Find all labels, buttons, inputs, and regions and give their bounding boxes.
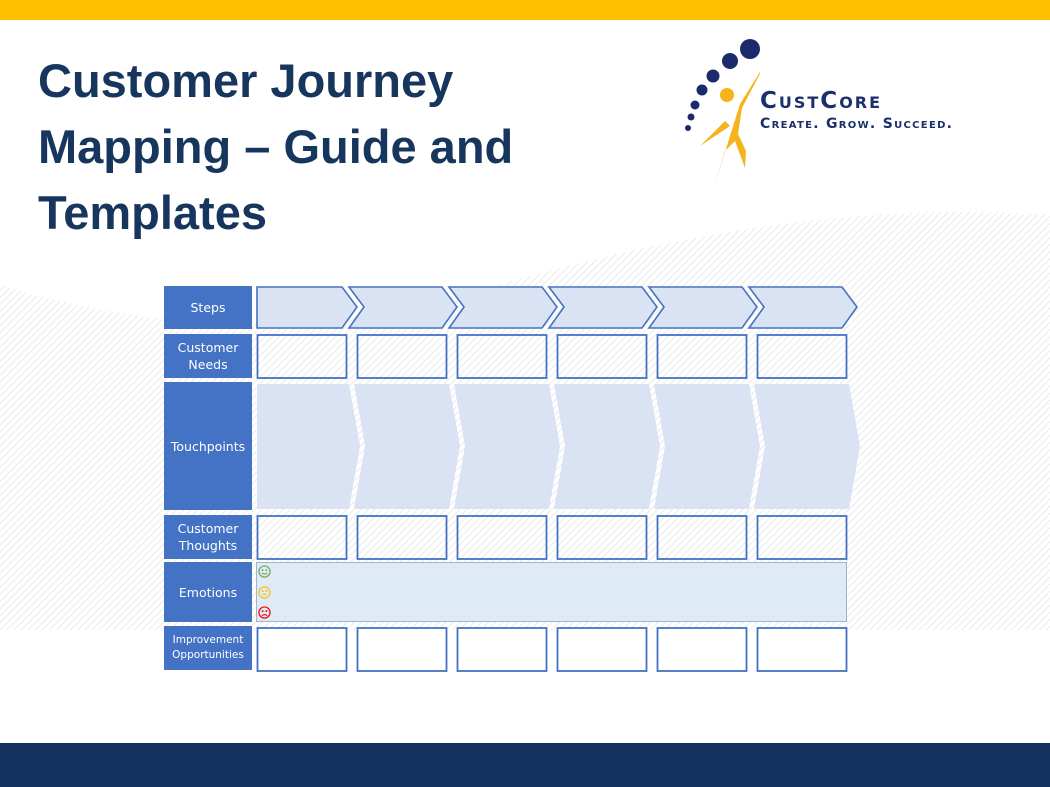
improvement-opportunities-box: [756, 627, 848, 672]
touchpoint-chevron: [554, 384, 660, 509]
step-chevron: [447, 286, 558, 329]
step-chevron: [747, 286, 858, 329]
improvement-opportunities-box: [656, 627, 748, 672]
improvement-opportunities-box: [356, 627, 448, 672]
happy-face-icon: [258, 565, 271, 578]
row-label-customer-needs: Customer Needs: [164, 334, 252, 378]
customer-thoughts-box: [556, 515, 648, 560]
touchpoint-chevron: [454, 384, 560, 509]
improvement-opportunities-box: [256, 627, 348, 672]
step-chevron: [647, 286, 758, 329]
customer-needs-box: [256, 334, 348, 379]
emotions-box: [256, 562, 847, 622]
row-label-improvement-opportunities: Improvement Opportunities: [164, 626, 252, 670]
neutral-face-icon: [258, 586, 271, 599]
step-chevron: [547, 286, 658, 329]
customer-thoughts-box: [356, 515, 448, 560]
customer-needs-box: [556, 334, 648, 379]
improvement-opportunities-box: [456, 627, 548, 672]
customer-needs-box: [456, 334, 548, 379]
customer-needs-box: [756, 334, 848, 379]
touchpoint-chevron: [257, 384, 360, 509]
row-label-customer-thoughts: Customer Thoughts: [164, 515, 252, 559]
journey-map-grid: [256, 286, 860, 672]
touchpoint-chevron: [754, 384, 860, 509]
improvement-opportunities-box: [556, 627, 648, 672]
row-label-steps: Steps: [164, 286, 252, 329]
customer-thoughts-box: [456, 515, 548, 560]
step-chevron: [347, 286, 458, 329]
touchpoint-chevron: [654, 384, 760, 509]
customer-thoughts-box: [656, 515, 748, 560]
step-chevron: [256, 286, 358, 329]
row-label-emotions: Emotions: [164, 562, 252, 622]
sad-face-icon: [258, 606, 271, 619]
bottom-accent-bar: [0, 743, 1050, 787]
customer-needs-box: [356, 334, 448, 379]
customer-thoughts-box: [256, 515, 348, 560]
touchpoint-chevron: [354, 384, 460, 509]
customer-needs-box: [656, 334, 748, 379]
row-label-touchpoints: Touchpoints: [164, 382, 252, 510]
customer-thoughts-box: [756, 515, 848, 560]
